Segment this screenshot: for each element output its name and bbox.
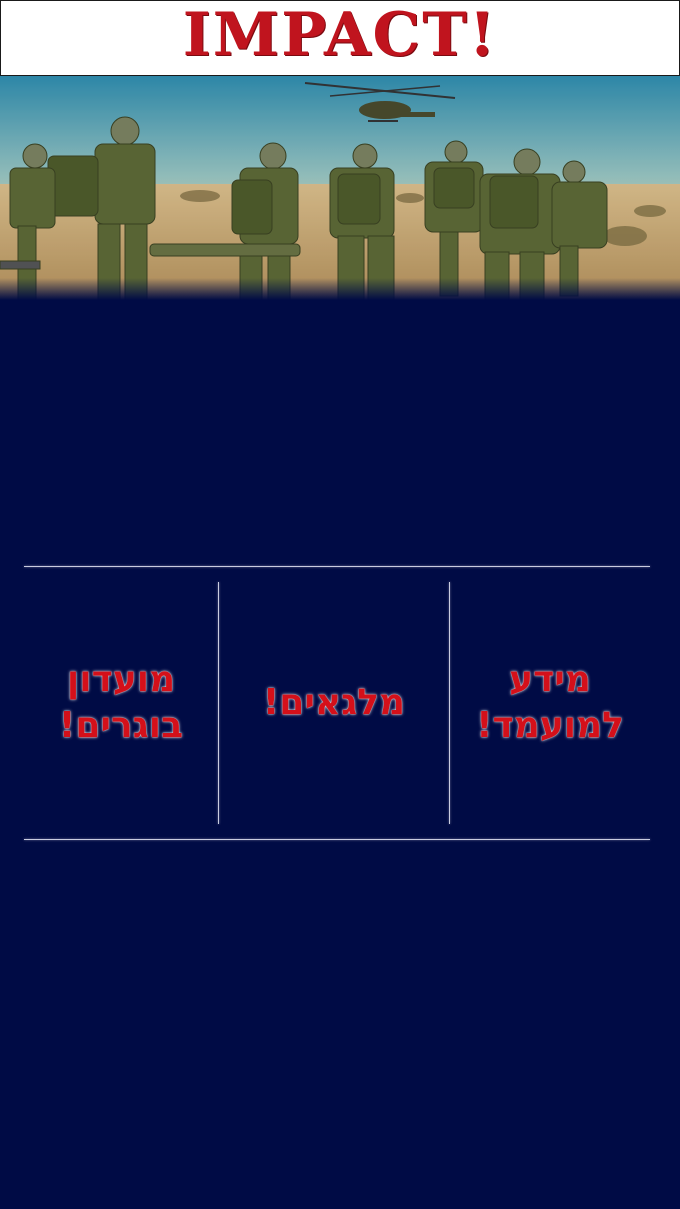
menu-top-divider — [24, 566, 650, 567]
menu-item-candidate-info[interactable]: מידע למועמד! — [450, 582, 650, 824]
menu-item-alumni-club[interactable]: מועדון בוגרים! — [24, 582, 218, 824]
menu-item-scholars[interactable]: מלגאים! — [219, 582, 449, 824]
menu-item-label: מועדון בוגרים! — [58, 659, 184, 746]
menu-bottom-divider — [24, 839, 650, 840]
hero-fade-overlay — [0, 278, 680, 300]
site-header: IMPACT! — [0, 0, 680, 76]
menu-item-label: מידע למועמד! — [476, 659, 624, 746]
soldiers-helicopter-image — [0, 76, 680, 300]
impact-logo[interactable]: IMPACT! — [183, 5, 498, 65]
hero-image — [0, 76, 680, 300]
menu-item-label: מלגאים! — [262, 682, 406, 723]
